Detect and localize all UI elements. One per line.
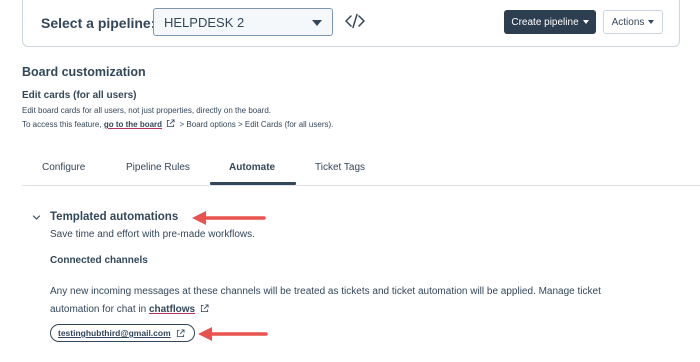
tab-pipeline-rules[interactable]: Pipeline Rules: [126, 162, 190, 173]
external-link-icon[interactable]: [200, 303, 209, 313]
settings-tabs: Configure Pipeline Rules Automate Ticket…: [22, 155, 700, 186]
create-pipeline-button[interactable]: Create pipeline: [504, 10, 596, 34]
access-instructions: To access this feature, go to the board …: [22, 119, 333, 129]
caret-down-icon: [312, 20, 322, 26]
caret-down-icon: [648, 20, 655, 24]
chatflows-link[interactable]: chatflows: [149, 304, 195, 315]
connected-email-channel[interactable]: testinghubthird@gmail.com: [50, 324, 195, 342]
active-tab-indicator: [210, 182, 296, 185]
templated-automations-title: Templated automations: [50, 211, 179, 223]
pipeline-select[interactable]: HELPDESK 2: [153, 8, 333, 36]
chevron-down-icon[interactable]: [32, 213, 41, 222]
edit-cards-description: Edit board cards for all users, not just…: [22, 106, 272, 115]
connected-channels-info: Any new incoming messages at these chann…: [50, 283, 650, 318]
select-pipeline-label: Select a pipeline:: [41, 15, 156, 31]
info-line-1: Any new incoming messages at these chann…: [50, 286, 601, 297]
actions-label: Actions: [611, 16, 645, 28]
external-link-icon[interactable]: [166, 119, 175, 128]
pipeline-header-card: Select a pipeline: HELPDESK 2 Create pip…: [22, 0, 680, 47]
tab-automate[interactable]: Automate: [229, 162, 275, 173]
board-customization-title: Board customization: [22, 65, 146, 79]
templated-automations-subtitle: Save time and effort with pre-made workf…: [50, 229, 255, 240]
tab-ticket-tags[interactable]: Ticket Tags: [315, 162, 365, 173]
external-link-icon: [176, 328, 185, 337]
caret-down-icon: [582, 20, 589, 24]
channel-email: testinghubthird@gmail.com: [58, 328, 171, 338]
access-prefix: To access this feature,: [22, 120, 102, 129]
edit-cards-title: Edit cards (for all users): [22, 90, 137, 101]
info-line-2-prefix: automation for chat in: [50, 303, 147, 315]
connected-channels-title: Connected channels: [50, 255, 148, 266]
tab-configure[interactable]: Configure: [42, 162, 85, 173]
pipeline-select-value: HELPDESK 2: [164, 15, 245, 30]
annotation-arrow-icon: [192, 211, 266, 225]
code-icon[interactable]: [345, 13, 365, 29]
annotation-arrow-icon: [198, 327, 268, 341]
actions-button[interactable]: Actions: [603, 10, 663, 34]
create-pipeline-label: Create pipeline: [511, 16, 579, 28]
go-to-board-link[interactable]: go to the board: [104, 120, 162, 129]
access-suffix: > Board options > Edit Cards (for all us…: [179, 120, 334, 129]
